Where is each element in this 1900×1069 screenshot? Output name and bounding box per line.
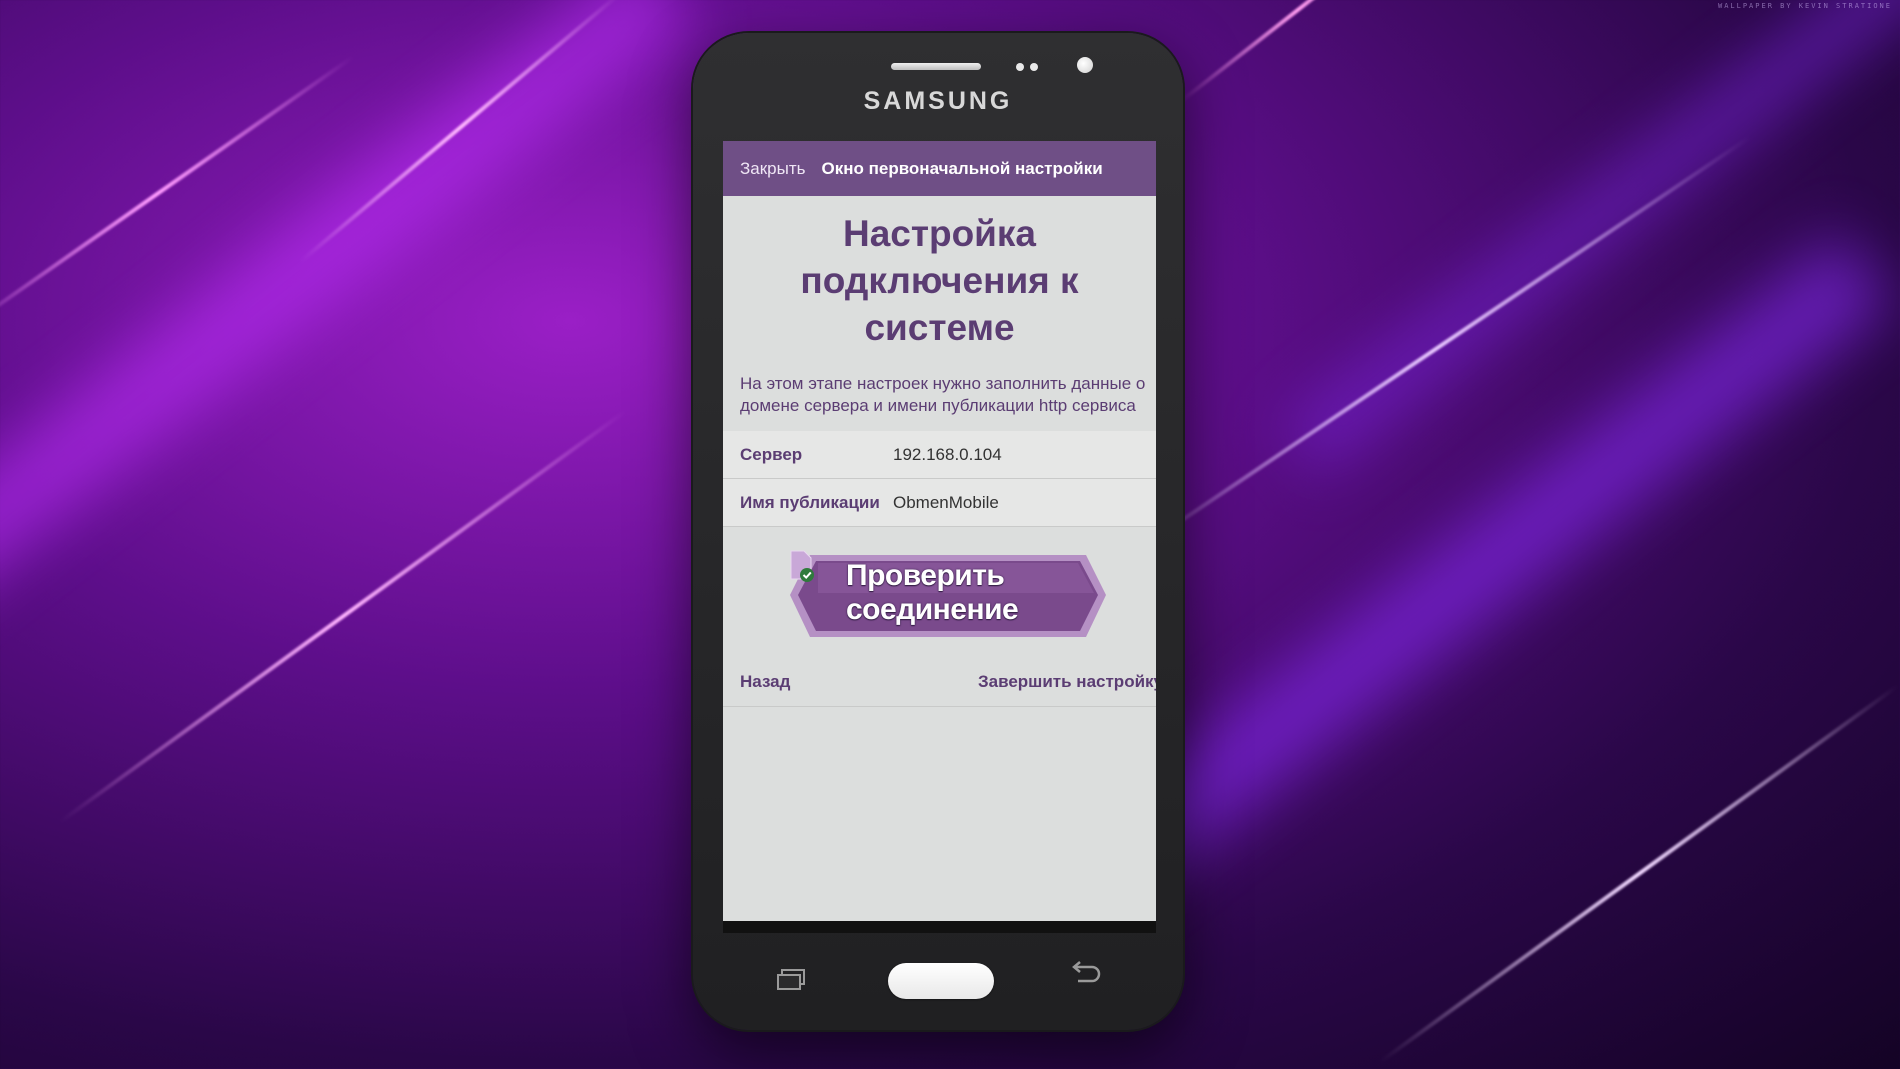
publication-name-input[interactable]: ObmenMobile (893, 493, 999, 513)
check-connection-button[interactable]: Проверить соединение (788, 549, 1108, 641)
header-title: Окно первоначальной настройки (821, 158, 1103, 178)
setup-description: На этом этапе настроек нужно заполнить д… (740, 374, 1146, 415)
server-field-row[interactable]: Сервер 192.168.0.104 (723, 431, 1156, 479)
wizard-footer: Назад Завершить настройку (723, 657, 1156, 707)
page-title: Настройка подключения к системе (800, 213, 1079, 348)
server-label: Сервер (740, 444, 803, 464)
close-button[interactable]: Закрыть (740, 159, 805, 179)
phone-brand-logo: SAMSUNG (863, 87, 1013, 115)
server-input[interactable]: 192.168.0.104 (893, 445, 1002, 465)
finish-setup-button[interactable]: Завершить настройку (978, 672, 1156, 692)
recent-apps-icon[interactable] (776, 968, 808, 992)
settings-fields: Сервер 192.168.0.104 Имя публикации Obme… (723, 431, 1156, 527)
publication-name-label: Имя публикации (740, 492, 880, 512)
phone-frame: SAMSUNG Закрыть Окно первоначальной наст… (693, 33, 1183, 1030)
back-button[interactable]: Назад (740, 672, 790, 692)
back-arrow-icon[interactable] (1068, 961, 1102, 987)
home-button[interactable] (888, 963, 994, 999)
earpiece-speaker (891, 63, 981, 70)
wallpaper-watermark: WALLPAPER BY KEVIN STRATIONE (1717, 2, 1892, 10)
check-connection-area: Проверить соединение (723, 527, 1156, 657)
publication-field-row[interactable]: Имя публикации ObmenMobile (723, 479, 1156, 527)
screen-bezel-edge (723, 921, 1156, 933)
front-camera (1077, 57, 1093, 73)
sensor-dot (1016, 63, 1024, 71)
sensor-dot (1030, 63, 1038, 71)
app-header: Закрыть Окно первоначальной настройки (723, 141, 1156, 196)
phone-screen: Закрыть Окно первоначальной настройки На… (723, 141, 1156, 923)
check-connection-label: Проверить соединение (846, 559, 1019, 626)
document-check-icon (790, 550, 814, 582)
